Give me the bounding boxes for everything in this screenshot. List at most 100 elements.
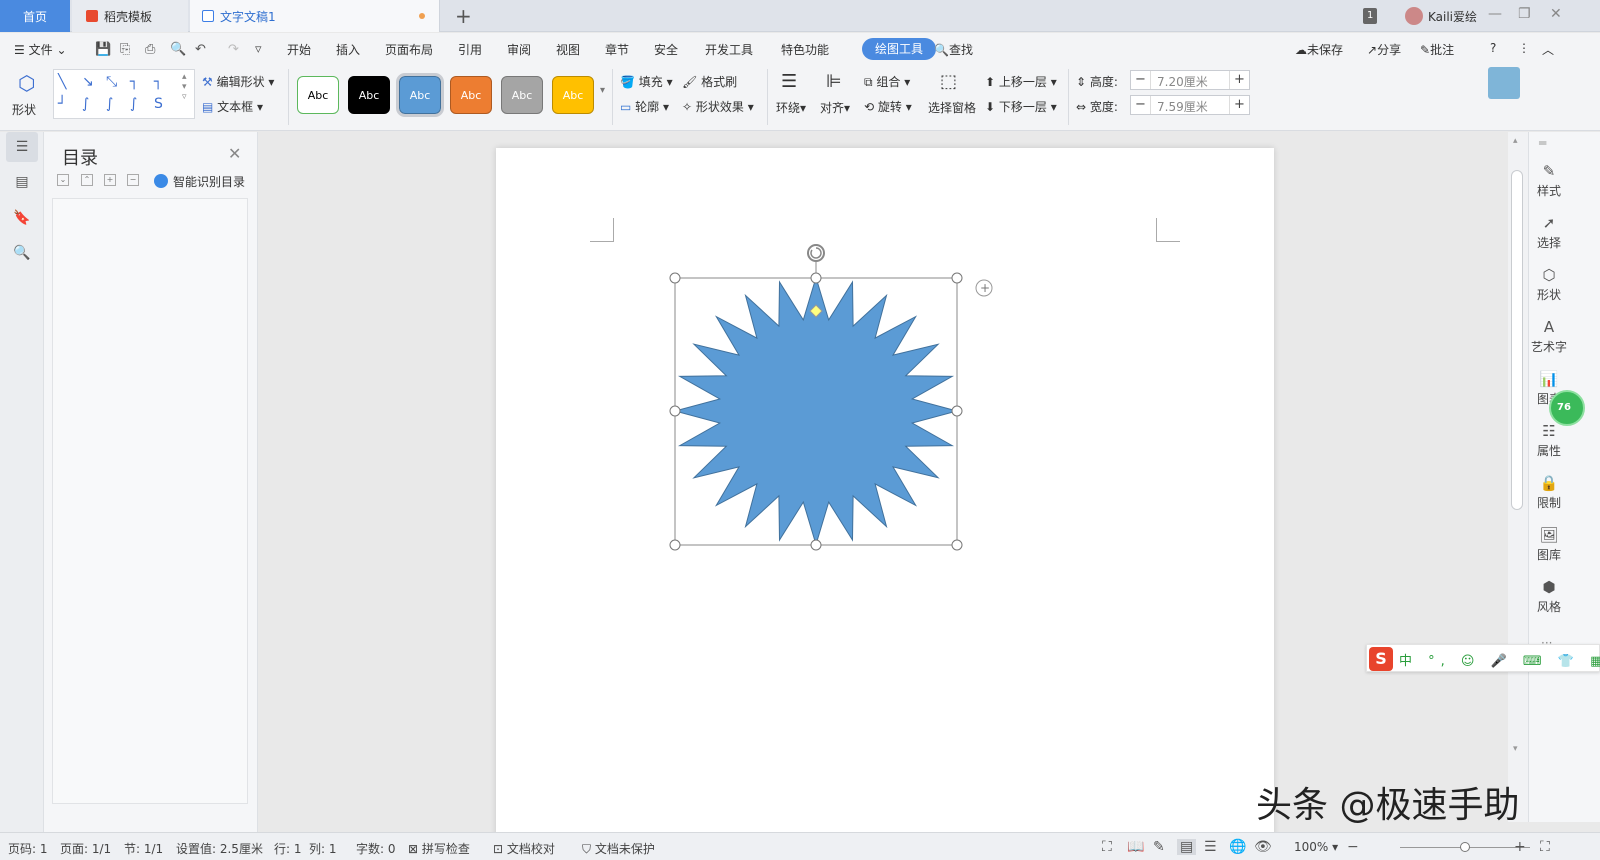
- wps-assistant-icon[interactable]: [1488, 67, 1520, 99]
- smart-toc-button[interactable]: 智能识别目录: [173, 173, 245, 190]
- vertical-scrollbar[interactable]: ▴ ▾: [1508, 132, 1528, 822]
- sidebar-item-theme[interactable]: ⬢ 风格: [1529, 578, 1569, 615]
- status-page-number[interactable]: 页码: 1: [8, 840, 48, 857]
- customize-quick-access-icon[interactable]: ▿: [255, 42, 262, 57]
- reading-mode-icon[interactable]: 📖: [1127, 839, 1144, 855]
- help-icon[interactable]: ?: [1490, 41, 1496, 55]
- group-button[interactable]: ⧉ 组合 ▾: [864, 73, 910, 90]
- find-icon[interactable]: 🔍: [12, 245, 32, 263]
- spell-check-button[interactable]: ⊠ 拼写检查: [408, 840, 470, 857]
- file-menu[interactable]: ☰ 文件 ⌄: [14, 41, 67, 58]
- send-backward-button[interactable]: ⬇ 下移一层 ▾: [985, 98, 1057, 115]
- collapse-ribbon-icon[interactable]: ︿: [1542, 41, 1554, 58]
- sidebar-item-style[interactable]: ✎ 样式: [1529, 162, 1569, 199]
- sidebar-item-properties[interactable]: ☷ 属性: [1529, 422, 1569, 459]
- bookmark-icon[interactable]: 🔖: [12, 210, 32, 228]
- shapes-icon[interactable]: ⬡: [18, 71, 35, 95]
- more-options-icon[interactable]: ⋮: [1518, 41, 1530, 55]
- eye-protect-icon[interactable]: 👁: [1254, 839, 1272, 855]
- document-page[interactable]: +: [496, 148, 1274, 838]
- status-badge[interactable]: 76: [1549, 390, 1585, 426]
- curved-arrow-connector-icon[interactable]: ∫: [106, 96, 113, 112]
- shape-style-swatch[interactable]: Abc: [396, 73, 444, 117]
- scroll-up-icon[interactable]: ▴: [1513, 136, 1518, 146]
- menu-chapter[interactable]: 章节: [605, 41, 629, 58]
- sidebar-item-select[interactable]: ➚ 选择: [1529, 214, 1569, 251]
- line-icon[interactable]: ╲: [58, 74, 66, 90]
- curved-connector-icon[interactable]: ∫: [82, 96, 89, 112]
- unsaved-cloud-button[interactable]: ☁未保存: [1295, 41, 1343, 58]
- menu-view[interactable]: 视图: [556, 41, 580, 58]
- resize-handle[interactable]: [951, 272, 963, 284]
- smart-toc-icon[interactable]: [154, 174, 168, 188]
- resize-handle[interactable]: [810, 539, 822, 551]
- menu-drawing-tools[interactable]: 绘图工具: [862, 38, 936, 60]
- shape-style-swatch[interactable]: Abc: [450, 76, 492, 114]
- menu-insert[interactable]: 插入: [336, 41, 360, 58]
- comment-button[interactable]: ✎批注: [1420, 41, 1454, 58]
- wrap-button[interactable]: 环绕▾: [776, 99, 806, 116]
- shape-style-swatch[interactable]: Abc: [348, 76, 390, 114]
- add-heading-icon[interactable]: +: [104, 174, 116, 186]
- height-increase-button[interactable]: +: [1229, 71, 1249, 89]
- format-brush-button[interactable]: 🖌 格式刷: [682, 73, 737, 90]
- tab-template[interactable]: 稻壳模板: [72, 0, 188, 32]
- width-increase-button[interactable]: +: [1229, 96, 1249, 114]
- line-shapes-gallery[interactable]: ╲ ↘ ⤡ ┐ ┐ ┘ ∫ ∫ ∫ S ▴ ▾ ▿: [53, 69, 195, 119]
- fullscreen-icon[interactable]: ⛶: [1102, 839, 1112, 855]
- redo-icon[interactable]: ↷: [228, 42, 239, 57]
- search-button[interactable]: 🔍查找: [934, 41, 973, 58]
- shape-style-swatch[interactable]: Abc: [552, 76, 594, 114]
- web-view-icon[interactable]: 🌐: [1229, 839, 1246, 855]
- write-mode-icon[interactable]: ✎: [1153, 839, 1165, 855]
- menu-developer[interactable]: 开发工具: [705, 41, 753, 58]
- undo-icon[interactable]: ↶: [195, 42, 206, 57]
- remove-heading-icon[interactable]: −: [127, 174, 139, 186]
- ime-toolbar[interactable]: S 中 °, ☺ 🎤 ⌨ 👕 ▦: [1366, 644, 1600, 672]
- elbow-arrow-connector-icon[interactable]: ┐: [154, 74, 162, 90]
- gallery-scroll-icon[interactable]: ▴ ▾ ▿: [182, 72, 187, 102]
- print-preview-icon[interactable]: 🔍: [170, 42, 186, 57]
- fit-page-icon[interactable]: ⛶: [1540, 839, 1550, 855]
- window-count-badge[interactable]: 1: [1363, 8, 1378, 24]
- styles-more-icon[interactable]: ▾: [600, 85, 605, 96]
- shape-style-swatch[interactable]: Abc: [297, 76, 339, 114]
- outline-button[interactable]: ▭ 轮廓 ▾: [620, 98, 669, 115]
- status-setting[interactable]: 设置值: 2.5厘米: [176, 840, 263, 857]
- outline-view-icon[interactable]: ☰: [1204, 839, 1217, 855]
- minimize-button[interactable]: —: [1488, 6, 1502, 22]
- sidebar-item-restrict[interactable]: 🔒 限制: [1529, 474, 1569, 511]
- sidebar-item-shape[interactable]: ⬡ 形状: [1529, 266, 1569, 303]
- toc-nav-icon[interactable]: ☰: [6, 132, 38, 162]
- menu-review[interactable]: 审阅: [507, 41, 531, 58]
- resize-handle[interactable]: [951, 539, 963, 551]
- bring-forward-button[interactable]: ⬆ 上移一层 ▾: [985, 73, 1057, 90]
- print-icon[interactable]: ⎙: [145, 42, 155, 57]
- export-icon[interactable]: ⎘: [120, 42, 130, 57]
- expand-all-icon[interactable]: ⌄: [57, 174, 69, 186]
- user-name[interactable]: Kaili爱绘: [1428, 8, 1477, 25]
- curved-double-arrow-icon[interactable]: ∫: [130, 96, 137, 112]
- status-section[interactable]: 节: 1/1: [124, 840, 163, 857]
- edit-shape-button[interactable]: ⚒ 编辑形状 ▾: [202, 73, 274, 90]
- resize-handle[interactable]: [810, 272, 822, 284]
- sidebar-item-wordart[interactable]: A 艺术字: [1529, 318, 1569, 355]
- zoom-in-icon[interactable]: +: [1514, 839, 1526, 855]
- textbox-button[interactable]: ▤ 文本框 ▾: [202, 98, 263, 115]
- protect-button[interactable]: ⛉ 文档未保护: [582, 840, 655, 857]
- menu-special[interactable]: 特色功能: [781, 41, 829, 58]
- ime-tool-icons[interactable]: 中 °, ☺ 🎤 ⌨ 👕 ▦: [1399, 650, 1600, 669]
- selection-pane-icon[interactable]: ⬚: [940, 71, 957, 92]
- shape-button[interactable]: 形状: [12, 101, 36, 118]
- height-decrease-button[interactable]: −: [1131, 71, 1151, 89]
- status-pages[interactable]: 页面: 1/1: [60, 840, 111, 857]
- wrap-icon[interactable]: ☰: [781, 71, 797, 92]
- freeform-curve-icon[interactable]: S: [154, 96, 163, 112]
- double-arrow-line-icon[interactable]: ⤡: [106, 74, 117, 90]
- sidebar-item-gallery[interactable]: 🖼 图库: [1529, 526, 1569, 563]
- tab-home[interactable]: 首页: [0, 0, 70, 32]
- width-input[interactable]: 7.59厘米: [1157, 98, 1208, 115]
- arrow-line-icon[interactable]: ↘: [82, 74, 94, 90]
- avatar[interactable]: [1405, 7, 1423, 25]
- resize-handle[interactable]: [669, 272, 681, 284]
